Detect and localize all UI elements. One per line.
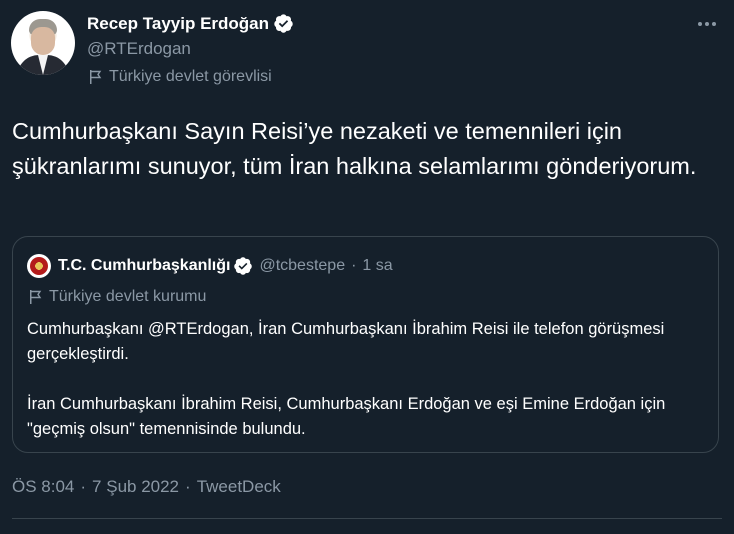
author-label-text: Türkiye devlet görevlisi bbox=[109, 68, 272, 85]
meta-separator: · bbox=[80, 477, 87, 496]
presidential-seal-icon bbox=[30, 257, 48, 275]
avatar-face bbox=[31, 27, 55, 55]
author-avatar[interactable] bbox=[11, 11, 75, 75]
quoted-paragraph-2: İran Cumhurbaşkanı İbrahim Reisi, Cumhur… bbox=[27, 395, 666, 438]
tweet: Recep Tayyip Erdoğan @RTErdogan Türkiye … bbox=[0, 0, 734, 534]
quoted-separator: · bbox=[351, 257, 357, 274]
quoted-paragraph-1: Cumhurbaşkanı @RTErdogan, İran Cumhurbaş… bbox=[27, 320, 665, 363]
more-dot bbox=[712, 22, 716, 26]
quoted-label: Türkiye devlet kurumu bbox=[27, 288, 206, 306]
verified-badge-icon bbox=[274, 14, 293, 33]
tweet-text: Cumhurbaşkanı Sayın Reisi’ye nezaketi ve… bbox=[12, 118, 697, 179]
tweet-time[interactable]: ÖS 8:04 bbox=[12, 477, 74, 497]
tweet-date[interactable]: 7 Şub 2022 bbox=[92, 477, 179, 497]
meta-separator: · bbox=[185, 477, 191, 496]
author-name[interactable]: Recep Tayyip Erdoğan bbox=[87, 14, 269, 34]
quoted-avatar[interactable] bbox=[27, 254, 51, 278]
quoted-timestamp[interactable]: 1 sa bbox=[362, 257, 392, 275]
flag-icon bbox=[30, 290, 42, 304]
quoted-author-handle[interactable]: @tcbestepe bbox=[259, 257, 345, 275]
verified-badge-icon bbox=[234, 257, 253, 275]
quoted-label-text: Türkiye devlet kurumu bbox=[49, 288, 207, 305]
tweet-source[interactable]: TweetDeck bbox=[197, 477, 281, 497]
more-dot bbox=[705, 22, 709, 26]
author-label: Türkiye devlet görevlisi bbox=[87, 68, 272, 86]
quoted-header: T.C. Cumhurbaşkanlığı @tcbestepe · 1 sa bbox=[27, 254, 393, 278]
quoted-author-name[interactable]: T.C. Cumhurbaşkanlığı bbox=[58, 257, 230, 275]
author-name-row[interactable]: Recep Tayyip Erdoğan bbox=[87, 13, 294, 34]
divider bbox=[12, 518, 722, 519]
more-dot bbox=[698, 22, 702, 26]
flag-icon bbox=[90, 70, 102, 84]
quoted-tweet[interactable]: T.C. Cumhurbaşkanlığı @tcbestepe · 1 sa … bbox=[12, 236, 719, 453]
author-handle[interactable]: @RTErdogan bbox=[87, 39, 191, 59]
quoted-text: Cumhurbaşkanı @RTErdogan, İran Cumhurbaş… bbox=[27, 317, 707, 442]
tweet-meta: ÖS 8:04 · 7 Şub 2022 · TweetDeck bbox=[12, 477, 281, 497]
more-options-icon[interactable] bbox=[692, 12, 722, 36]
